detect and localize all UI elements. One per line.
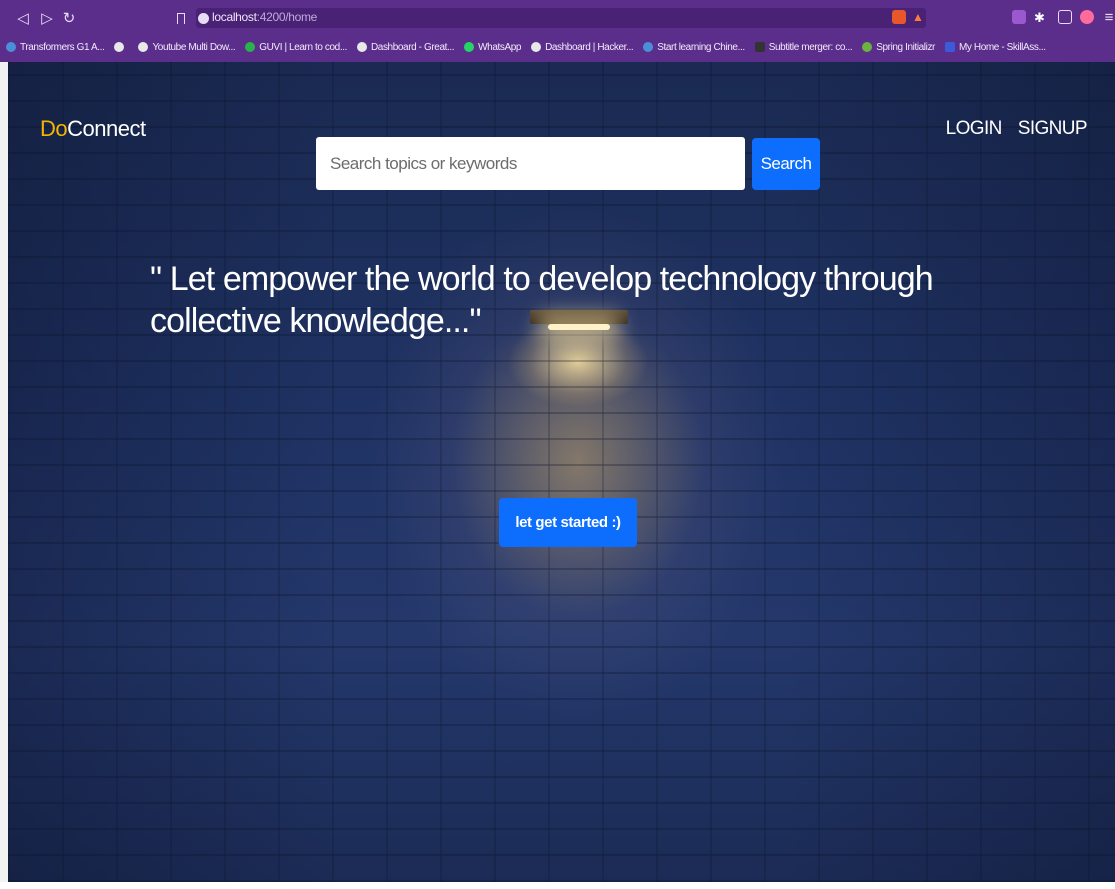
bookmark-label: Dashboard | Hacker...	[545, 41, 634, 53]
extension-icon[interactable]	[1012, 10, 1026, 24]
signup-link[interactable]: SIGNUP	[1018, 118, 1088, 140]
brave-rewards-icon[interactable]: ▲	[912, 10, 926, 24]
brand-logo[interactable]: DoConnect	[40, 116, 146, 142]
whatsapp-icon	[464, 42, 475, 52]
bookmark-item[interactable]: WhatsApp	[464, 42, 521, 53]
profile-avatar[interactable]	[1080, 10, 1094, 24]
bookmark-label: WhatsApp	[478, 41, 522, 53]
bookmark-item[interactable]: Dashboard - Great...	[356, 41, 455, 53]
brave-shield-icon[interactable]	[892, 10, 906, 24]
login-link[interactable]: LOGIN	[946, 118, 1003, 140]
bookmarks-bar: Transformers G1 A... Youtube Multi Dow..…	[0, 34, 1115, 60]
bookmark-item[interactable]: GUVI | Learn to cod...	[245, 42, 347, 53]
bookmark-label: My Home - SkillAss...	[958, 41, 1046, 53]
get-started-button[interactable]: let get started :)	[499, 498, 637, 547]
bookmark-label: Spring Initializr	[876, 41, 935, 53]
bookmark-item[interactable]: Spring Initializr	[862, 42, 935, 53]
reload-icon[interactable]: ↻	[60, 9, 78, 27]
bookmark-label: GUVI | Learn to cod...	[259, 41, 347, 53]
bookmark-label: Subtitle merger: co...	[768, 41, 853, 53]
window-bottom-edge	[0, 882, 1115, 889]
chrome-icon	[531, 42, 542, 52]
bookmark-item[interactable]: Transformers G1 A...	[6, 41, 105, 53]
forward-icon[interactable]: ▷	[38, 9, 56, 27]
chrome-icon	[138, 42, 149, 52]
bookmark-label: Transformers G1 A...	[20, 41, 105, 53]
brand-prefix: Do	[40, 116, 68, 141]
back-icon[interactable]: ◁	[14, 9, 32, 27]
skillassure-icon	[944, 42, 955, 52]
bookmark-item[interactable]	[114, 42, 128, 52]
hero-section: DoConnect LOGIN SIGNUP Search " Let empo…	[8, 62, 1115, 882]
bookmark-item[interactable]: My Home - SkillAss...	[944, 41, 1046, 53]
guvi-icon	[245, 42, 256, 52]
bookmark-item[interactable]: Dashboard | Hacker...	[531, 41, 634, 53]
url-text: localhost:4200/home	[212, 10, 317, 24]
menu-icon[interactable]: ≡	[1100, 9, 1115, 26]
browser-chrome: ◁ ▷ ↻ localhost:4200/home ▲ ✱ ≡ Transfor…	[0, 0, 1115, 62]
tab-search-icon[interactable]	[1058, 10, 1072, 24]
url-path: :4200/home	[256, 10, 318, 24]
spring-icon	[862, 42, 873, 52]
chrome-icon	[114, 42, 125, 52]
browser-toolbar: ◁ ▷ ↻ localhost:4200/home ▲ ✱ ≡	[0, 6, 1115, 30]
auth-nav: LOGIN SIGNUP	[946, 118, 1088, 140]
bookmark-page-icon[interactable]	[177, 13, 185, 24]
bookmark-label: Dashboard - Great...	[370, 41, 455, 53]
search-button[interactable]: Search	[752, 138, 820, 190]
bookmark-item[interactable]: Subtitle merger: co...	[754, 41, 853, 53]
extensions-puzzle-icon[interactable]: ✱	[1034, 10, 1048, 25]
site-info-icon[interactable]	[198, 13, 209, 24]
bookmark-label: Youtube Multi Dow...	[152, 41, 236, 53]
bookmark-item[interactable]: Youtube Multi Dow...	[138, 41, 236, 53]
transformers-icon	[6, 42, 16, 52]
bookmark-label: Start learning Chine...	[657, 41, 745, 53]
hero-tagline: " Let empower the world to develop techn…	[150, 260, 934, 340]
greatlearning-icon	[356, 42, 367, 52]
window-edge	[0, 62, 8, 882]
subtitle-icon	[754, 42, 765, 52]
chinese-icon	[643, 42, 654, 52]
bookmark-item[interactable]: Start learning Chine...	[643, 42, 745, 53]
url-host: localhost	[212, 10, 257, 24]
search-input[interactable]	[316, 137, 745, 190]
brand-suffix: Connect	[67, 116, 146, 141]
